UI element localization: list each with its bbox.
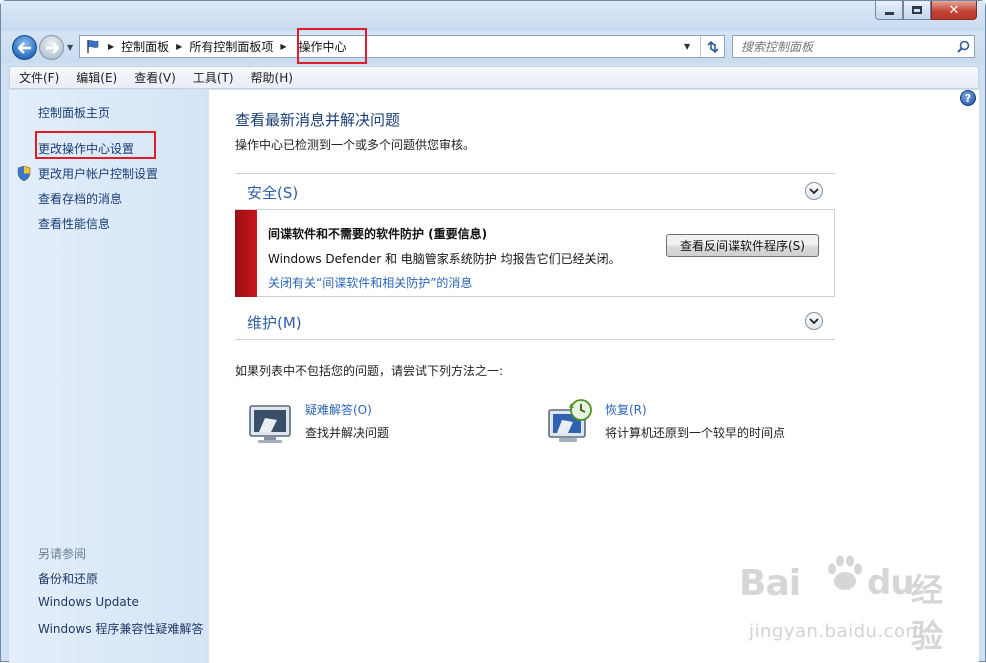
see-also-heading: 另请参阅 [38, 547, 87, 561]
security-divider [235, 173, 835, 174]
baidu-paw-icon [828, 555, 862, 590]
navigation-row: ▼ ▶ 控制面板 ▶ 所有控制面板项 ▶ 操作中心 ▼ [1, 31, 985, 63]
client-area: 控制面板主页 更改操作中心设置 更改用户帐户控制设置 查看存档的消息 查看性能信… [9, 90, 979, 663]
alert-title: 间谍软件和不需要的软件防护 (重要信息) [268, 227, 488, 241]
breadcrumb-action-center[interactable]: 操作中心 [293, 36, 353, 57]
left-pane: 控制面板主页 更改操作中心设置 更改用户帐户控制设置 查看存档的消息 查看性能信… [9, 90, 209, 663]
watermark-brand-cn: 经验 [911, 571, 944, 655]
watermark-url: jingyan.baidu.com [749, 621, 924, 642]
maximize-icon [912, 6, 922, 14]
maintenance-divider [235, 339, 835, 340]
recovery-link[interactable]: 恢复(R) [605, 401, 785, 418]
system-restore-icon [548, 399, 592, 442]
troubleshooting-text: 疑难解答(O) 查找并解决问题 [305, 398, 389, 446]
watermark-brand: Bai [739, 563, 801, 604]
view-antispyware-button[interactable]: 查看反间谍软件程序(S) [666, 234, 819, 257]
page-subtitle: 操作中心已检测到一个或多个问题供您审核。 [235, 138, 476, 152]
breadcrumb-separator-icon[interactable]: ▶ [176, 42, 182, 51]
back-button[interactable] [12, 35, 37, 60]
troubleshooting-description: 查找并解决问题 [305, 426, 390, 440]
help-icon[interactable]: ? [960, 90, 976, 106]
see-also-compatibility-troubleshooter[interactable]: Windows 程序兼容性疑难解答 [38, 620, 203, 637]
security-expand-button[interactable] [805, 182, 823, 200]
troubleshooting-monitor-icon [249, 405, 291, 443]
search-box[interactable] [732, 35, 975, 58]
forward-arrow-icon [45, 41, 59, 54]
main-pane: ? 查看最新消息并解决问题 操作中心已检测到一个或多个问题供您审核。 安全(S)… [209, 90, 979, 663]
watermark-du: du [867, 563, 915, 603]
recovery-item[interactable]: 恢复(R) 将计算机还原到一个较早的时间点 [547, 398, 785, 446]
title-bar: ✕ [1, 1, 985, 31]
alert-severity-bar [235, 210, 257, 297]
window-controls: ✕ [875, 1, 977, 20]
search-icon[interactable] [952, 40, 974, 53]
chevron-down-icon [809, 318, 819, 325]
spyware-alert-panel: 间谍软件和不需要的软件防护 (重要信息) Windows Defender 和 … [235, 209, 835, 297]
sidebar-view-performance-info[interactable]: 查看性能信息 [38, 215, 110, 232]
breadcrumb: ▶ 控制面板 ▶ 所有控制面板项 ▶ 操作中心 [102, 36, 353, 57]
control-panel-flag-icon [84, 39, 102, 55]
menu-file[interactable]: 文件(F) [10, 69, 67, 86]
sidebar-view-archived-messages[interactable]: 查看存档的消息 [38, 190, 122, 207]
sidebar-change-action-center-settings[interactable]: 更改操作中心设置 [38, 140, 134, 157]
security-section-heading[interactable]: 安全(S) [247, 182, 298, 203]
uac-shield-icon [17, 166, 31, 181]
refresh-icon [706, 40, 719, 53]
alert-dismiss-link[interactable]: 关闭有关“间谍软件和相关防护”的消息 [268, 274, 472, 291]
refresh-button[interactable] [700, 36, 724, 57]
sidebar-change-uac-settings[interactable]: 更改用户帐户控制设置 [38, 165, 158, 182]
breadcrumb-all-items[interactable]: 所有控制面板项 [188, 38, 274, 55]
recent-pages-dropdown-icon[interactable]: ▼ [67, 43, 73, 52]
recovery-description: 将计算机还原到一个较早的时间点 [605, 426, 786, 440]
menu-help[interactable]: 帮助(H) [242, 69, 301, 86]
recovery-text: 恢复(R) 将计算机还原到一个较早的时间点 [605, 398, 785, 446]
minimize-button[interactable] [875, 1, 903, 20]
close-icon: ✕ [948, 2, 960, 18]
search-input[interactable] [733, 37, 952, 56]
menu-view[interactable]: 查看(V) [125, 69, 184, 86]
sidebar-home-link[interactable]: 控制面板主页 [38, 104, 110, 121]
close-button[interactable]: ✕ [931, 1, 977, 20]
back-arrow-icon [17, 41, 31, 54]
forward-button[interactable] [39, 35, 64, 60]
troubleshooting-item[interactable]: 疑难解答(O) 查找并解决问题 [247, 398, 389, 446]
try-alternatives-text: 如果列表中不包括您的问题，请尝试下列方法之一: [235, 364, 504, 378]
troubleshooting-link[interactable]: 疑难解答(O) [305, 401, 389, 418]
window-frame: ✕ ▼ ▶ 控制面板 ▶ 所有控制面板项 ▶ 操作中心 ▼ 搜索控制面板 文件(… [0, 0, 986, 663]
maintenance-section-heading[interactable]: 维护(M) [247, 312, 302, 333]
chevron-down-icon [809, 188, 819, 195]
see-also-windows-update[interactable]: Windows Update [38, 595, 139, 609]
breadcrumb-control-panel[interactable]: 控制面板 [120, 38, 170, 55]
see-also-backup-restore[interactable]: 备份和还原 [38, 570, 98, 587]
breadcrumb-separator-icon[interactable]: ▶ [280, 42, 286, 51]
maximize-button[interactable] [903, 1, 931, 20]
alert-description: Windows Defender 和 电脑管家系统防护 均报告它们已经关闭。 [268, 252, 621, 266]
minimize-icon [884, 11, 894, 15]
breadcrumb-separator-icon[interactable]: ▶ [108, 42, 114, 51]
address-bar[interactable]: ▶ 控制面板 ▶ 所有控制面板项 ▶ 操作中心 ▼ [79, 35, 725, 58]
page-title: 查看最新消息并解决问题 [235, 111, 401, 129]
address-history-dropdown-icon[interactable]: ▼ [684, 42, 690, 51]
menu-tools[interactable]: 工具(T) [184, 69, 242, 86]
menu-bar: 文件(F) 编辑(E) 查看(V) 工具(T) 帮助(H) [9, 66, 979, 89]
maintenance-expand-button[interactable] [805, 312, 823, 330]
baidu-jingyan-watermark: Bai du 经验 jingyan.baidu.com [739, 551, 971, 663]
menu-edit[interactable]: 编辑(E) [67, 69, 125, 86]
